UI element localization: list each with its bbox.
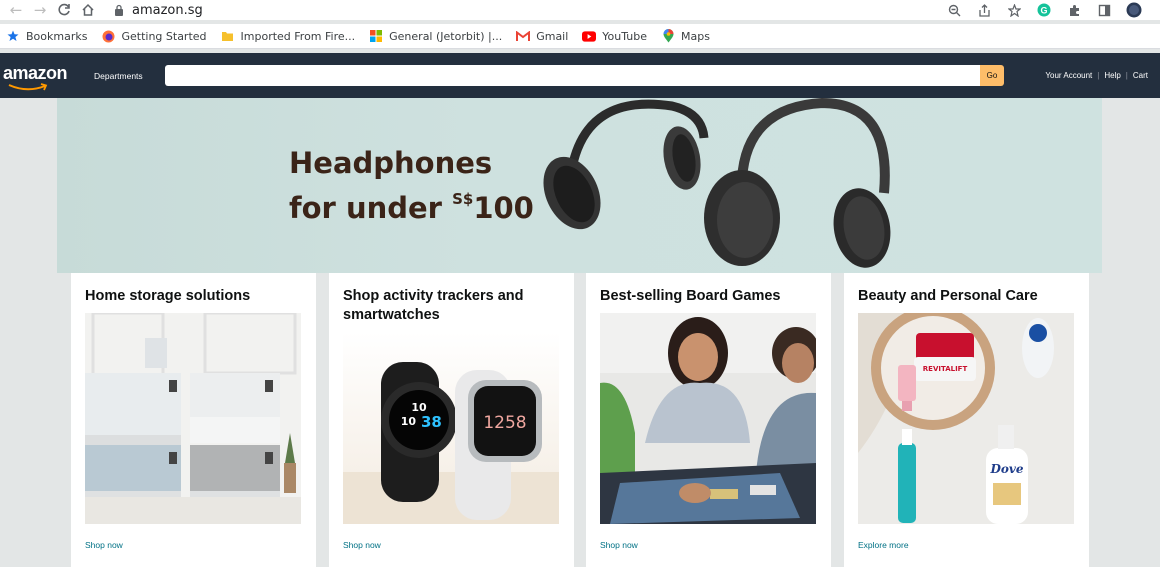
- sidepanel-icon[interactable]: [1092, 0, 1116, 20]
- amazon-header: amazon Departments Go Your Account | Hel…: [0, 53, 1160, 98]
- gmail-icon: [516, 29, 531, 43]
- hero-currency: S$: [452, 190, 474, 208]
- divider: |: [1097, 71, 1100, 80]
- bookmarks-bar: Bookmarks Getting Started Imported From …: [0, 24, 1160, 49]
- folder-icon: [221, 29, 235, 43]
- bookmark-gmail[interactable]: Gmail: [509, 29, 575, 43]
- card-title: Home storage solutions: [85, 288, 251, 304]
- lock-icon: [114, 4, 124, 16]
- shop-now-link[interactable]: Shop now: [85, 540, 123, 550]
- hero-line2-prefix: for under: [289, 191, 453, 225]
- bookmark-imported[interactable]: Imported From Fire...: [214, 29, 363, 43]
- product-dove: Dove: [989, 462, 1023, 476]
- your-account-link[interactable]: Your Account: [1045, 71, 1092, 80]
- bookmark-getting-started[interactable]: Getting Started: [94, 29, 213, 43]
- hero-price: 100: [473, 191, 534, 225]
- bookmark-maps[interactable]: Maps: [654, 29, 717, 43]
- explore-more-link[interactable]: Explore more: [858, 540, 909, 550]
- bookmark-bookmarks[interactable]: Bookmarks: [0, 29, 94, 43]
- star-icon: [6, 29, 20, 43]
- youtube-icon: [582, 29, 597, 43]
- beauty-products-image[interactable]: REVITALIFT Dove: [858, 313, 1074, 524]
- star-bookmark-icon[interactable]: [1002, 0, 1026, 20]
- cart-link[interactable]: Cart: [1133, 71, 1148, 80]
- grammarly-icon[interactable]: G: [1032, 0, 1056, 20]
- watch1-time-b: 10: [401, 415, 417, 428]
- card-title: Best-selling Board Games: [600, 288, 781, 304]
- logo-text: amazon: [3, 62, 68, 83]
- browser-toolbar: ← → amazon.sg G: [0, 0, 1160, 20]
- firefox-icon: [101, 29, 115, 43]
- smartwatches-image[interactable]: 10 10 38 1258: [343, 332, 559, 524]
- smile-arrow-icon: [8, 82, 48, 90]
- product-revitalift: REVITALIFT: [923, 365, 968, 373]
- card-activity-trackers: Shop activity trackers and smartwatches …: [329, 273, 574, 567]
- hero-line1: Headphones: [289, 146, 493, 180]
- storage-boxes-image[interactable]: [85, 313, 301, 524]
- zoom-icon[interactable]: [942, 0, 966, 20]
- address-bar[interactable]: amazon.sg: [114, 3, 203, 18]
- svg-text:G: G: [1040, 6, 1047, 16]
- divider: |: [1125, 71, 1128, 80]
- watch2-time: 1258: [483, 413, 526, 433]
- share-icon[interactable]: [972, 0, 996, 20]
- search-go-button[interactable]: Go: [980, 65, 1004, 86]
- home-icon[interactable]: [76, 0, 100, 20]
- forward-arrow-icon[interactable]: →: [28, 0, 52, 20]
- hero-banner[interactable]: Headphones for under S$100: [57, 98, 1102, 273]
- reload-icon[interactable]: [52, 0, 76, 20]
- shop-now-link[interactable]: Shop now: [343, 540, 381, 550]
- bookmark-label: Getting Started: [121, 29, 207, 43]
- card-beauty: Beauty and Personal Care REVITALIFT Dove…: [844, 273, 1089, 567]
- account-links: Your Account | Help | Cart: [1045, 53, 1148, 98]
- watch1-time-c: 38: [421, 413, 442, 431]
- hero-line2: for under S$100: [289, 181, 534, 226]
- card-home-storage: Home storage solutions Shop now: [71, 273, 316, 567]
- card-board-games: Best-selling Board Games Shop now: [586, 273, 831, 567]
- back-arrow-icon[interactable]: ←: [4, 0, 28, 20]
- bookmark-label: Bookmarks: [26, 29, 88, 43]
- help-link[interactable]: Help: [1104, 71, 1120, 80]
- bookmark-label: Imported From Fire...: [240, 29, 356, 43]
- bookmark-general-jetorbit[interactable]: General (Jetorbit) |...: [362, 29, 509, 43]
- bookmark-label: General (Jetorbit) |...: [389, 29, 503, 43]
- profile-avatar-icon[interactable]: [1122, 0, 1146, 20]
- shop-now-link[interactable]: Shop now: [600, 540, 638, 550]
- url-text[interactable]: amazon.sg: [132, 3, 203, 18]
- amazon-logo[interactable]: amazon: [3, 58, 73, 94]
- search-input[interactable]: [165, 65, 980, 86]
- hero-title: Headphones for under S$100: [289, 145, 534, 226]
- card-title: Shop activity trackers and smartwatches: [343, 288, 524, 323]
- card-title: Beauty and Personal Care: [858, 288, 1038, 304]
- bookmark-label: Gmail: [536, 29, 569, 43]
- maps-icon: [661, 29, 675, 43]
- windows-icon: [369, 29, 383, 43]
- board-games-image[interactable]: [600, 313, 816, 524]
- bookmark-youtube[interactable]: YouTube: [575, 29, 654, 43]
- extensions-icon[interactable]: [1062, 0, 1086, 20]
- departments-menu[interactable]: Departments: [94, 71, 143, 81]
- bookmark-label: Maps: [681, 29, 710, 43]
- bookmark-label: YouTube: [602, 29, 648, 43]
- headphones-image: [543, 98, 891, 268]
